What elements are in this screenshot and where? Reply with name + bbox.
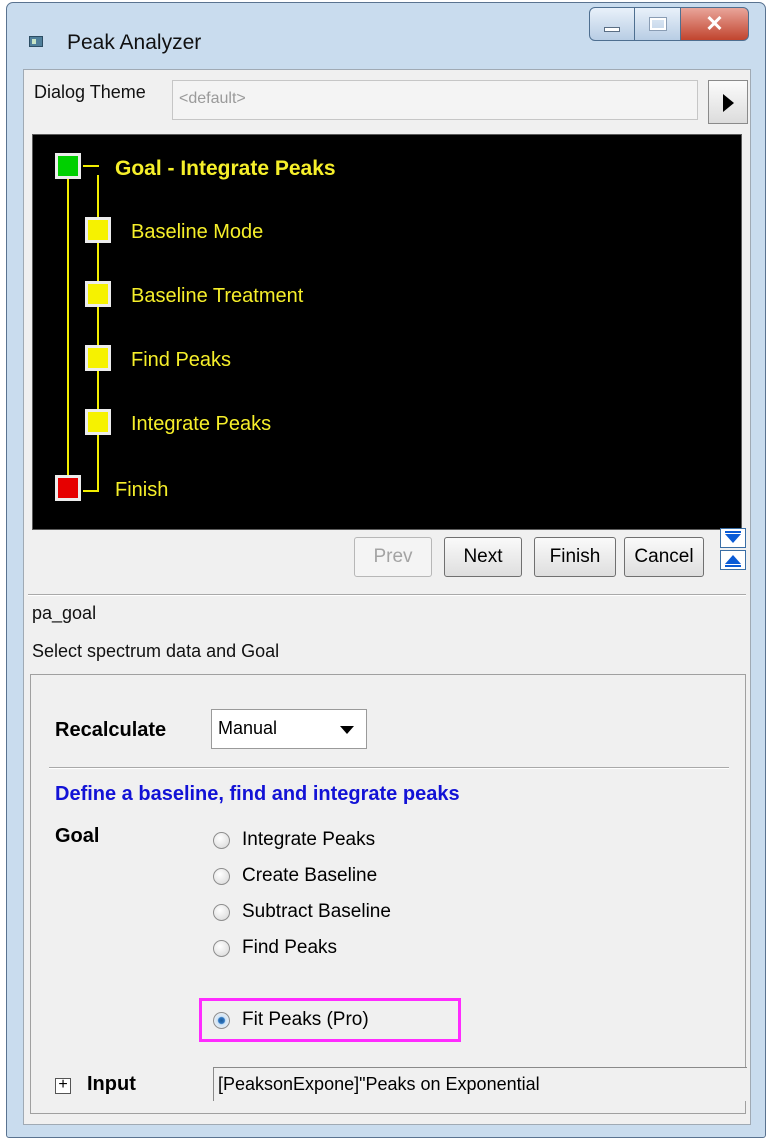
minimize-icon (604, 26, 620, 32)
goal-node[interactable] (55, 153, 81, 179)
tree-item-find-peaks[interactable]: Find Peaks (131, 349, 231, 372)
tree-connector (67, 175, 69, 491)
step-node[interactable] (85, 409, 111, 435)
panel-toggle-buttons (720, 528, 748, 572)
tree-item-baseline-mode[interactable]: Baseline Mode (131, 221, 263, 244)
finish-node[interactable] (55, 475, 81, 501)
close-button[interactable]: ✕ (681, 7, 749, 41)
tree-connector (83, 490, 99, 492)
tree-item-baseline-treatment[interactable]: Baseline Treatment (131, 285, 303, 308)
separator (49, 767, 729, 769)
next-button[interactable]: Next (444, 537, 522, 577)
radio-button[interactable] (213, 903, 230, 921)
settings-panel: Recalculate Manual Define a baseline, fi… (30, 674, 747, 1114)
radio-button[interactable] (213, 867, 230, 885)
radio-button[interactable] (213, 831, 230, 849)
step-node[interactable] (85, 345, 111, 371)
finish-button[interactable]: Finish (534, 537, 616, 577)
goal-option-label: Find Peaks (242, 937, 338, 958)
window-controls: ✕ (589, 7, 749, 41)
tree-connector (83, 165, 99, 167)
goal-option-find-peaks[interactable]: Find Peaks (213, 933, 337, 963)
expand-up-icon[interactable] (720, 550, 746, 570)
page-name: pa_goal (32, 603, 97, 623)
tree-item-goal[interactable]: Goal - Integrate Peaks (115, 157, 336, 181)
radio-button[interactable] (213, 939, 230, 957)
title-bar[interactable]: Peak Analyzer ✕ (7, 3, 765, 67)
collapse-down-icon[interactable] (720, 528, 746, 548)
recalculate-select[interactable]: Manual (211, 709, 367, 749)
step-node[interactable] (85, 281, 111, 307)
peak-analyzer-window: Peak Analyzer ✕ Dialog Theme <default> G… (6, 2, 766, 1138)
goal-option-integrate-peaks[interactable]: Integrate Peaks (213, 825, 375, 855)
input-data-field[interactable]: [PeaksonExpone]"Peaks on Exponential (213, 1067, 747, 1101)
maximize-icon (648, 17, 667, 31)
close-icon: ✕ (705, 11, 724, 36)
chevron-down-icon (340, 726, 354, 734)
tree-item-finish[interactable]: Finish (115, 479, 168, 502)
input-label: Input (87, 1073, 136, 1095)
goal-option-label: Integrate Peaks (242, 829, 376, 850)
section-title: Define a baseline, find and integrate pe… (55, 783, 460, 805)
play-arrow-icon (723, 94, 734, 112)
divider (28, 594, 746, 596)
minimize-button[interactable] (589, 7, 635, 41)
maximize-button[interactable] (635, 7, 681, 41)
wizard-tree: Goal - Integrate Peaks Baseline Mode Bas… (32, 134, 742, 530)
recalculate-label: Recalculate (55, 719, 167, 741)
dialog-client-area: Dialog Theme <default> Goal - Integrate … (23, 69, 751, 1125)
step-node[interactable] (85, 217, 111, 243)
recalculate-value: Manual (218, 718, 278, 738)
page-description: Select spectrum data and Goal (32, 641, 280, 661)
goal-option-create-baseline[interactable]: Create Baseline (213, 861, 377, 891)
expand-plus-icon[interactable]: + (55, 1077, 71, 1094)
tree-item-integrate-peaks[interactable]: Integrate Peaks (131, 413, 271, 436)
goal-option-label: Create Baseline (242, 865, 378, 886)
goal-option-subtract-baseline[interactable]: Subtract Baseline (213, 897, 391, 927)
theme-menu-button[interactable] (708, 80, 748, 124)
cancel-button[interactable]: Cancel (624, 537, 704, 577)
window-title: Peak Analyzer (67, 31, 202, 54)
goal-label: Goal (55, 825, 100, 847)
highlight-box (199, 998, 461, 1042)
app-icon (29, 36, 43, 47)
dialog-theme-label: Dialog Theme (34, 82, 146, 102)
dialog-theme-field[interactable]: <default> (172, 80, 698, 120)
prev-button[interactable]: Prev (354, 537, 432, 577)
goal-option-label: Subtract Baseline (242, 901, 391, 922)
